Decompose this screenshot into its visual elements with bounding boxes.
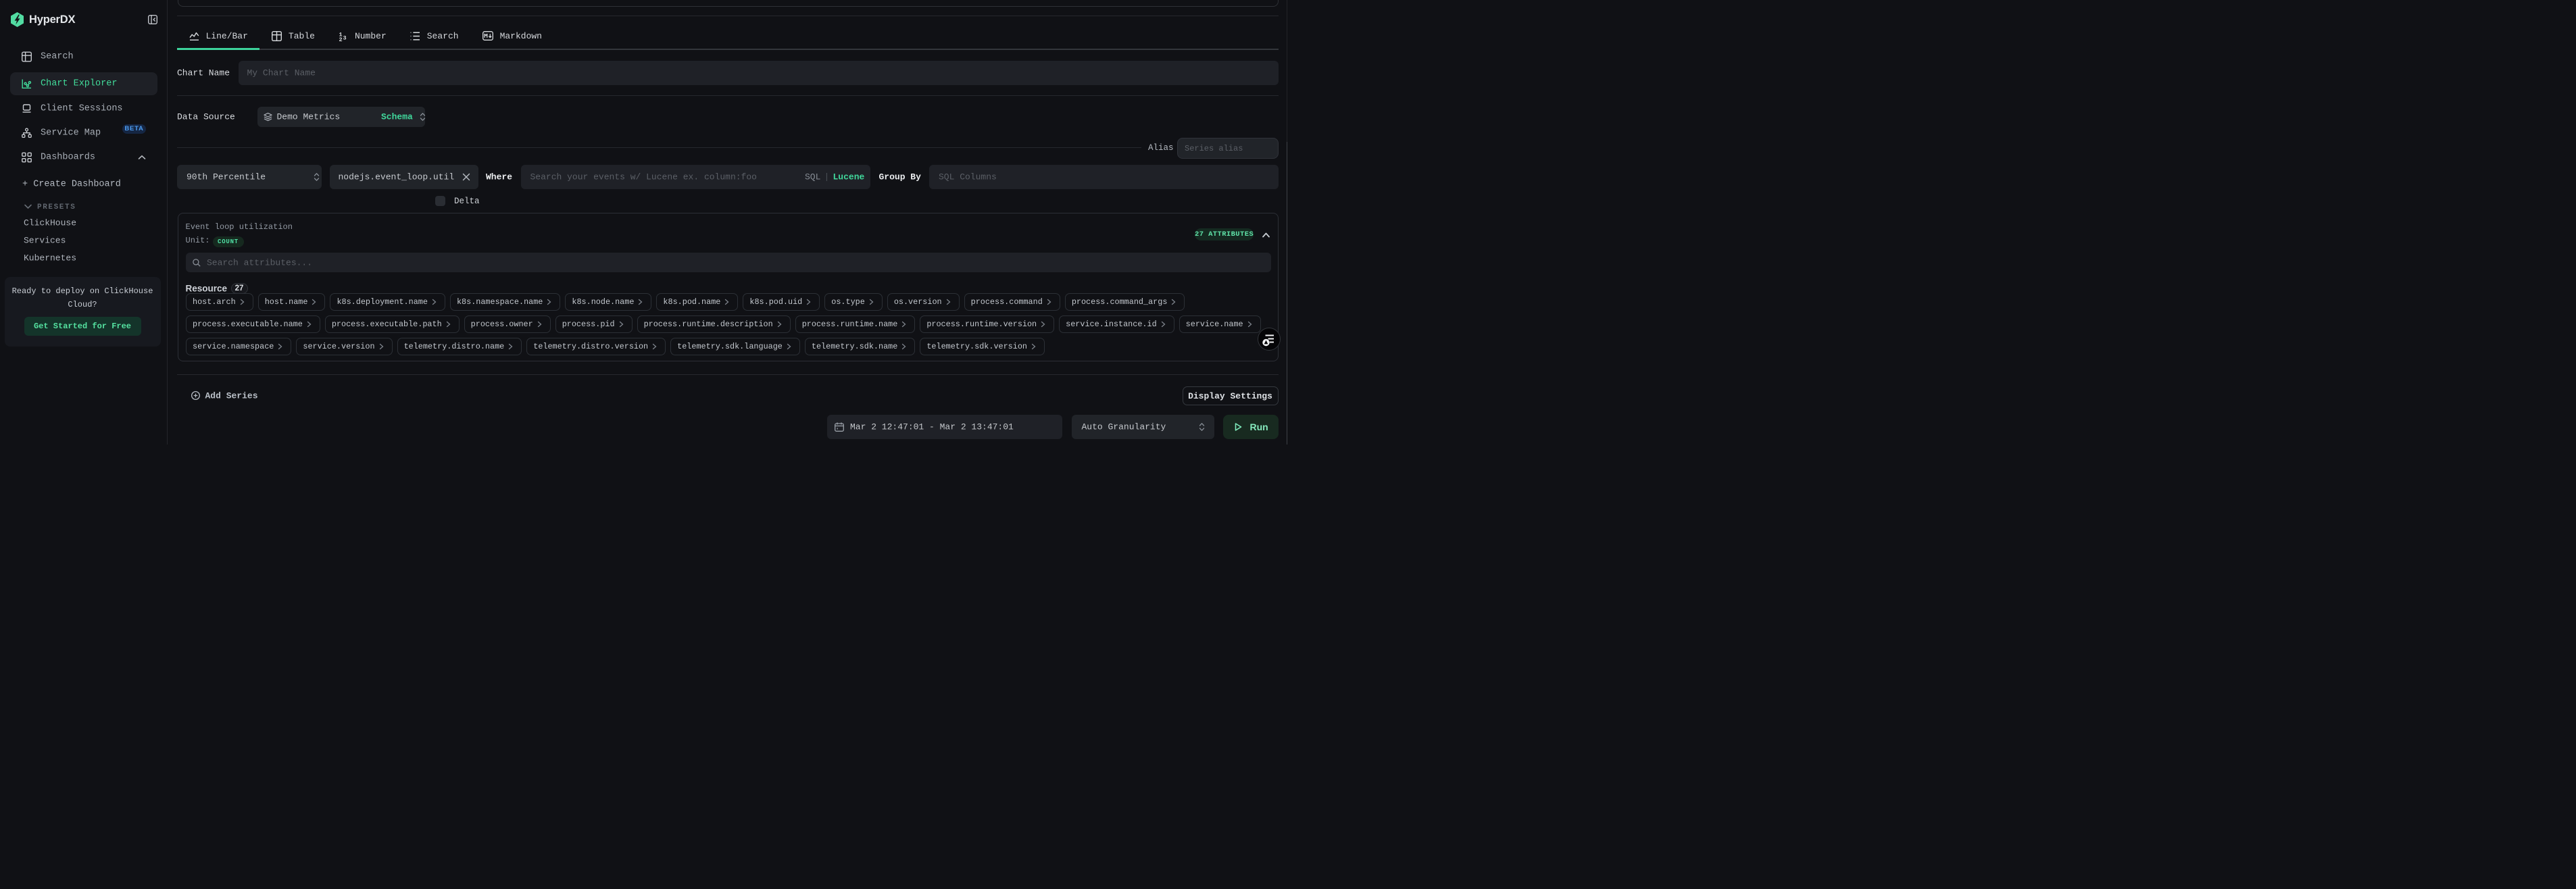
svg-text:3: 3 bbox=[343, 34, 346, 41]
svg-text:2: 2 bbox=[339, 36, 342, 41]
